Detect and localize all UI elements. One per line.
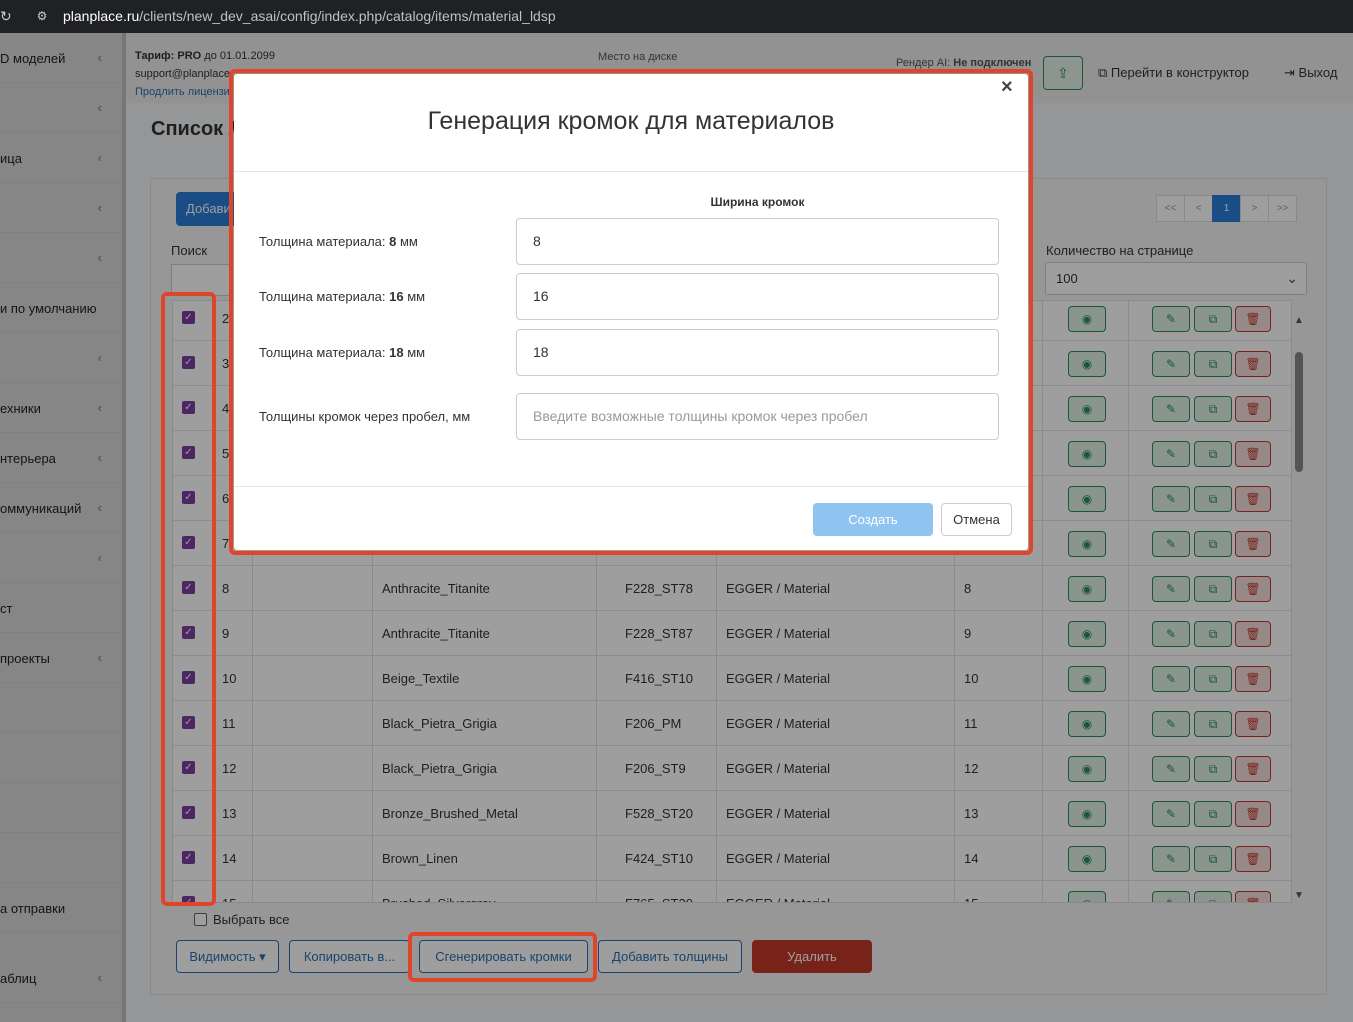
edge-width-input-8[interactable]: 8 <box>516 218 999 265</box>
thickness-label-8: Толщина материала: 8 мм <box>259 234 418 249</box>
edge-width-column-header: Ширина кромок <box>710 195 805 209</box>
reload-icon[interactable]: ↻ <box>0 8 12 25</box>
cancel-button[interactable]: Отмена <box>941 503 1012 536</box>
generate-button-highlight <box>408 932 597 982</box>
create-button[interactable]: Создать <box>813 503 933 536</box>
site-settings-icon[interactable]: ⚙ <box>32 7 52 25</box>
close-icon[interactable]: × <box>1001 76 1013 99</box>
edge-generation-modal: Генерация кромок для материалов × Ширина… <box>234 74 1028 550</box>
thickness-label-18: Толщина материала: 18 мм <box>259 345 426 360</box>
edge-thicknesses-input[interactable]: Введите возможные толщины кромок через п… <box>516 393 999 440</box>
edge-width-input-16[interactable]: 16 <box>516 273 999 320</box>
edge-thicknesses-label: Толщины кромок через пробел, мм <box>259 409 471 424</box>
url-text[interactable]: planplace.ru/clients/new_dev_asai/config… <box>63 8 556 24</box>
edge-width-input-18[interactable]: 18 <box>516 329 999 376</box>
checkbox-column-highlight <box>161 292 216 906</box>
modal-title: Генерация кромок для материалов <box>427 107 835 135</box>
modal-header: Генерация кромок для материалов × <box>234 74 1028 172</box>
thickness-label-16: Толщина материала: 16 мм <box>259 289 426 304</box>
browser-address-bar: ↻ ⚙ planplace.ru/clients/new_dev_asai/co… <box>0 0 1353 33</box>
